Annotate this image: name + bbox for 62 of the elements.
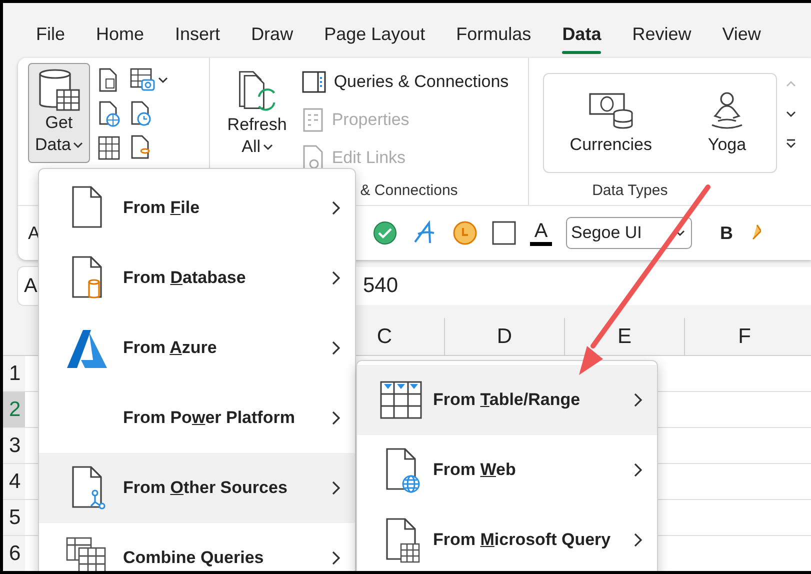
font-dropdown[interactable]: Segoe UI [566,217,692,249]
ribbon-tab[interactable]: Home [96,16,144,54]
expand-icon [786,139,796,149]
clock-icon[interactable] [452,220,478,246]
chevron-right-icon [331,480,341,496]
caret-icon [262,143,273,151]
caret-icon [72,141,83,149]
ribbon-tab[interactable]: Formulas [456,16,532,54]
caret-icon [158,76,168,84]
menu-item[interactable]: From Microsoft Query [357,505,657,571]
column-header[interactable]: D [444,318,564,355]
table-icon [98,136,120,160]
menu-item[interactable]: From Table/Range [357,365,657,435]
document-clock-icon [130,101,152,127]
group-label: Data Types [591,182,669,201]
ribbon-tab[interactable]: Draw [251,16,294,54]
group-label: & Connections [359,182,459,201]
banknote-coins-icon [588,91,634,131]
row-header[interactable]: 6 [3,536,25,571]
row-header[interactable]: 4 [3,464,25,499]
data-type-button[interactable]: Currencies [564,90,658,156]
caret-icon [675,229,685,237]
check-circle-icon[interactable] [372,220,398,246]
column-header[interactable]: F [684,318,804,355]
bold-button[interactable]: B [720,222,733,244]
get-data-button[interactable]: Get Data [28,63,90,163]
row-header[interactable]: 3 [3,428,25,463]
ribbon-command[interactable]: Queries & Connections [302,65,509,99]
chevron-up-icon [786,80,796,88]
chevron-right-icon [331,340,341,356]
data-type-button[interactable]: Yoga [698,90,756,156]
chevron-down-icon [786,110,796,118]
menu-item[interactable]: From Web [357,435,657,505]
chevron-right-icon [331,200,341,216]
ribbon-tab[interactable]: Review [632,16,692,54]
font-color-button[interactable]: A [530,220,552,246]
document-database-icon [130,135,152,161]
chevron-right-icon [331,270,341,286]
row-header[interactable]: 5 [3,500,25,535]
refresh-all-button[interactable]: Refresh All [220,63,294,163]
pane-icon [302,71,326,93]
chevron-right-icon [633,462,643,478]
menu-item[interactable]: Combine Queries [39,523,355,571]
properties-icon [302,108,324,132]
ribbon-tab[interactable]: Page Layout [324,16,426,54]
table-camera-icon [130,68,156,92]
chevron-right-icon [633,392,643,408]
square-icon[interactable] [492,221,516,245]
menu-item[interactable]: From Power Platform [39,383,355,453]
ribbon-tab[interactable]: Data [562,16,602,54]
menu-item[interactable]: From Other Sources [39,453,355,523]
ribbon-tab[interactable]: File [36,16,66,54]
ribbon-tab[interactable]: Insert [175,16,220,54]
row-header[interactable]: 1 [3,356,25,391]
document-globe-icon [98,101,120,127]
ribbon-tab[interactable]: View [722,16,761,54]
chevron-right-icon [331,410,341,426]
document-text-icon [98,68,118,92]
menu-item[interactable]: From File [39,173,355,243]
chevron-right-icon [633,532,643,548]
database-table-icon [36,68,81,112]
chevron-right-icon [331,550,341,566]
